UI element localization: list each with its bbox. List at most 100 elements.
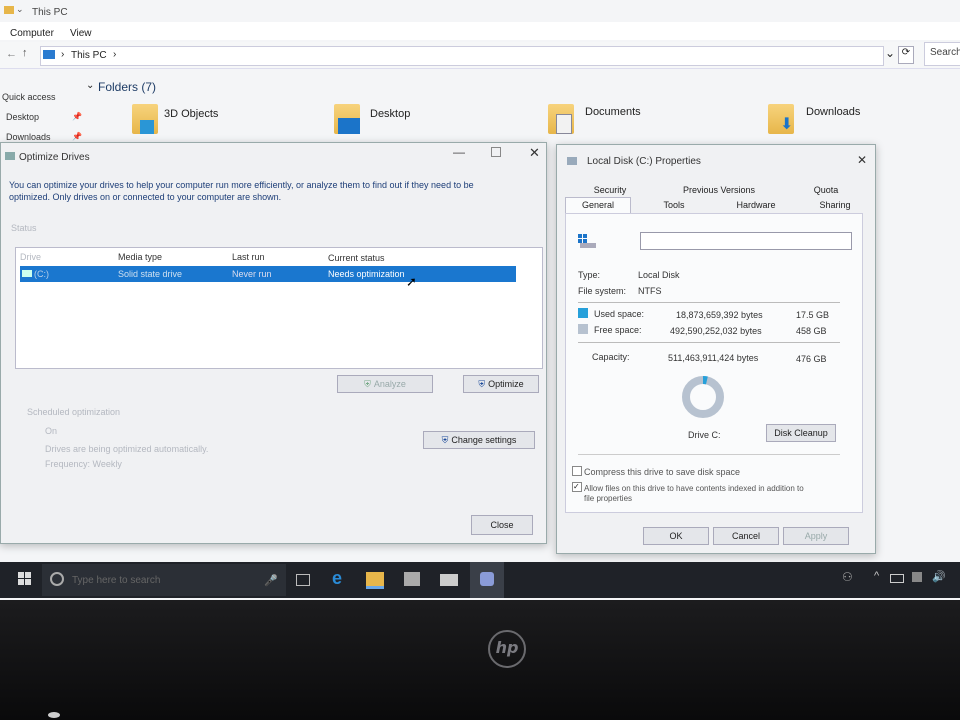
- folder-3d-objects-icon[interactable]: [132, 104, 158, 134]
- divider: [578, 342, 840, 343]
- tab-general[interactable]: General: [565, 197, 631, 214]
- change-settings-button[interactable]: ⛨ Change settings: [423, 431, 535, 449]
- folder-downloads-label[interactable]: Downloads: [806, 106, 860, 118]
- cell-drive: (C:): [34, 269, 49, 279]
- free-space-gb: 458 GB: [796, 326, 827, 336]
- close-label: Close: [490, 520, 514, 530]
- free-space-label: Free space:: [594, 325, 642, 335]
- folders-header[interactable]: Folders (7): [98, 80, 156, 94]
- back-arrow-icon[interactable]: ←: [6, 48, 17, 60]
- analyze-label: Analyze: [373, 379, 406, 389]
- used-space-swatch: [578, 308, 588, 318]
- folder-desktop-icon[interactable]: [334, 104, 360, 134]
- drive-icon: [22, 270, 32, 277]
- defrag-taskbar-icon[interactable]: [470, 562, 504, 598]
- used-space-bytes: 18,873,659,392 bytes: [676, 310, 763, 320]
- folder-documents-label[interactable]: Documents: [585, 106, 641, 118]
- folders-group-chevron-icon[interactable]: ⌄: [86, 80, 94, 91]
- column-media-type[interactable]: Media type: [118, 252, 162, 262]
- capacity-gb: 476 GB: [796, 354, 827, 364]
- refresh-icon[interactable]: ⟳: [898, 46, 914, 64]
- file-explorer-taskbar-icon[interactable]: [366, 572, 384, 589]
- analyze-button[interactable]: ⛨ Analyze: [337, 375, 433, 393]
- disk-cleanup-button[interactable]: Disk Cleanup: [766, 424, 836, 442]
- screen: ⌄ This PC Computer View ← ↑ › This PC › …: [0, 0, 960, 600]
- properties-window: Local Disk (C:) Properties ✕ Security Pr…: [556, 144, 876, 554]
- drive-c-label: Drive C:: [688, 430, 721, 440]
- close-icon[interactable]: ✕: [529, 145, 540, 161]
- edge-icon[interactable]: e: [332, 568, 350, 588]
- close-button[interactable]: Close: [471, 515, 533, 535]
- optimize-label: Optimize: [488, 379, 524, 389]
- mail-icon[interactable]: [440, 574, 458, 586]
- navigation-pane: Quick access Desktop 📌 Downloads 📌: [0, 70, 88, 150]
- battery-icon[interactable]: [890, 574, 904, 583]
- ok-button[interactable]: OK: [643, 527, 709, 545]
- tab-hardware[interactable]: Hardware: [721, 200, 791, 210]
- chevron-down-icon[interactable]: ⌄: [16, 4, 24, 15]
- pin-icon: 📌: [72, 132, 82, 141]
- window-title: This PC: [32, 7, 68, 18]
- type-value: Local Disk: [638, 270, 680, 280]
- tab-previous-versions[interactable]: Previous Versions: [669, 185, 769, 195]
- breadcrumb-this-pc[interactable]: This PC: [71, 50, 107, 61]
- used-space-gb: 17.5 GB: [796, 310, 830, 320]
- table-row[interactable]: (C:) Solid state drive Never run Needs o…: [20, 266, 516, 282]
- drives-list[interactable]: Drive Media type Last run Current status…: [15, 247, 543, 369]
- ribbon-tab-view[interactable]: View: [70, 28, 92, 39]
- close-icon[interactable]: ✕: [857, 153, 867, 167]
- nav-quick-access[interactable]: Quick access: [2, 92, 56, 102]
- file-system-label: File system:: [578, 286, 627, 296]
- divider: [578, 454, 840, 455]
- folder-documents-icon[interactable]: [548, 104, 574, 134]
- search-box[interactable]: Search: [924, 42, 960, 66]
- taskbar: Type here to search 🎤 e ⚇ ^ 🔊: [0, 562, 960, 598]
- network-icon[interactable]: [912, 572, 922, 582]
- start-windows-icon[interactable]: [18, 572, 36, 588]
- index-checkbox[interactable]: ✓: [572, 482, 582, 492]
- search-placeholder: Search: [930, 47, 960, 58]
- volume-label-input[interactable]: [640, 232, 852, 250]
- nav-desktop[interactable]: Desktop: [6, 112, 39, 122]
- column-last-run[interactable]: Last run: [232, 252, 265, 262]
- folder-desktop-label[interactable]: Desktop: [370, 108, 410, 120]
- schedule-frequency-text: Frequency: Weekly: [45, 459, 122, 469]
- folder-3d-objects-label[interactable]: 3D Objects: [164, 108, 218, 120]
- used-space-label: Used space:: [594, 309, 645, 319]
- taskbar-search-box[interactable]: Type here to search 🎤: [42, 564, 286, 596]
- tab-tools[interactable]: Tools: [649, 200, 699, 210]
- address-dropdown-icon[interactable]: ⌄: [885, 46, 895, 60]
- people-icon[interactable]: ⚇: [842, 570, 853, 584]
- task-view-icon[interactable]: [296, 574, 310, 586]
- explorer-titlebar: ⌄ This PC: [0, 0, 960, 22]
- general-tab-panel: Type: Local Disk File system: NTFS Used …: [565, 213, 863, 513]
- cancel-label: Cancel: [731, 531, 760, 541]
- folder-icon: [4, 6, 14, 14]
- folder-downloads-icon[interactable]: ⬇: [768, 104, 794, 134]
- optimize-button[interactable]: ⛨ Optimize: [463, 375, 539, 393]
- maximize-icon[interactable]: [491, 147, 501, 157]
- cancel-button[interactable]: Cancel: [713, 527, 779, 545]
- tab-sharing[interactable]: Sharing: [807, 200, 863, 210]
- ribbon-tabs: Computer View: [0, 22, 960, 40]
- nav-downloads[interactable]: Downloads: [6, 132, 51, 142]
- taskbar-search-placeholder: Type here to search: [72, 575, 161, 586]
- column-current-status[interactable]: Current status: [328, 253, 385, 263]
- apply-label: Apply: [804, 531, 828, 541]
- tab-security[interactable]: Security: [575, 185, 645, 195]
- divider: [578, 302, 840, 303]
- up-arrow-icon[interactable]: ↑: [22, 47, 28, 59]
- compress-checkbox[interactable]: [572, 466, 582, 476]
- ribbon-tab-computer[interactable]: Computer: [10, 28, 54, 39]
- minimize-icon[interactable]: —: [453, 145, 465, 159]
- store-icon[interactable]: [404, 572, 420, 586]
- apply-button[interactable]: Apply: [783, 527, 849, 545]
- address-bar[interactable]: › This PC ›: [40, 46, 884, 66]
- ok-label: OK: [669, 531, 683, 541]
- tab-quota[interactable]: Quota: [801, 185, 851, 195]
- pc-icon: [43, 50, 55, 59]
- column-drive[interactable]: Drive: [20, 252, 41, 262]
- chevron-up-icon[interactable]: ^: [874, 570, 879, 582]
- volume-icon[interactable]: 🔊: [932, 570, 946, 583]
- microphone-icon[interactable]: 🎤: [264, 574, 278, 587]
